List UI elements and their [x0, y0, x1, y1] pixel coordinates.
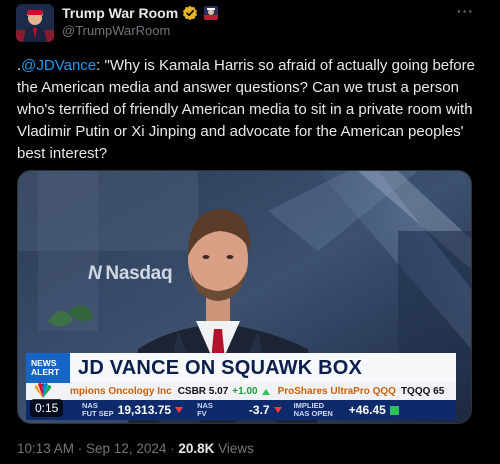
tweet-text: .@JDVance: "Why is Kamala Harris so afra…	[17, 55, 475, 165]
fair-value-value: -3.7	[248, 403, 270, 417]
views-count: 20.8K	[178, 441, 215, 456]
lower-third-banner: NEWS ALERT JD VANCE ON SQUAWK BOX	[26, 353, 456, 383]
down-arrow-icon-2	[273, 407, 282, 413]
stock-ticker: mpions Oncology Inc CSBR 5.07 +1.00 ProS…	[26, 383, 456, 400]
verified-badge-icon	[182, 5, 198, 21]
ticker-item-symbol: CSBR 5.07	[177, 386, 229, 397]
tweet: Trump War Room @TrumpWarRoom ··· .@JDVan…	[0, 0, 500, 464]
ticker-item-fund: ProShares UltraPro QQQ	[277, 386, 396, 397]
down-arrow-icon	[175, 407, 184, 413]
author-name-row: Trump War Room	[62, 5, 219, 21]
video-player[interactable]: N Nasdaq NEWS ALERT JD VANCE ON SQUAWK BO…	[17, 170, 472, 424]
news-alert-line2: ALERT	[31, 367, 60, 377]
futures-value: 19,313.75	[117, 403, 172, 417]
futures-label: NAS FUT SEP	[82, 401, 114, 418]
news-alert-tag: NEWS ALERT	[26, 353, 70, 383]
affiliate-badge-icon[interactable]	[204, 6, 219, 20]
implied-open-value: +46.45	[348, 403, 386, 417]
ticker-item-change: +1.00	[232, 386, 258, 397]
cnbc-peacock-logo-icon	[32, 383, 54, 399]
up-arrow-icon	[261, 388, 270, 395]
tweet-meta: 10:13 AM · Sep 12, 2024 · 20.8K Views	[17, 441, 254, 456]
ticker-item-symbol-2: TQQQ 65	[400, 386, 445, 397]
views-label: Views	[214, 441, 254, 456]
author-handle[interactable]: @TrumpWarRoom	[62, 23, 170, 38]
implied-open-label: IMPLIED NAS OPEN	[293, 401, 333, 418]
market-futures-bar: NAS FUT SEP 19,313.75 NAS FV -3.7 IMPLIED N…	[26, 400, 456, 420]
nasdaq-sign: N Nasdaq	[88, 263, 173, 285]
more-options-icon[interactable]: ···	[457, 3, 474, 19]
video-timecode: 0:15	[30, 399, 64, 417]
mention-link[interactable]: @JDVance	[21, 57, 96, 74]
avatar[interactable]	[16, 4, 54, 42]
up-indicator-icon	[389, 405, 399, 415]
banner-headline: JD VANCE ON SQUAWK BOX	[78, 356, 363, 379]
nasdaq-text: Nasdaq	[105, 263, 173, 284]
author-display-name[interactable]: Trump War Room	[62, 5, 178, 21]
tweet-timestamp[interactable]: 10:13 AM · Sep 12, 2024 ·	[17, 441, 178, 456]
nasdaq-logo-icon: N	[88, 263, 102, 284]
fair-value-label: NAS FV	[197, 401, 213, 418]
